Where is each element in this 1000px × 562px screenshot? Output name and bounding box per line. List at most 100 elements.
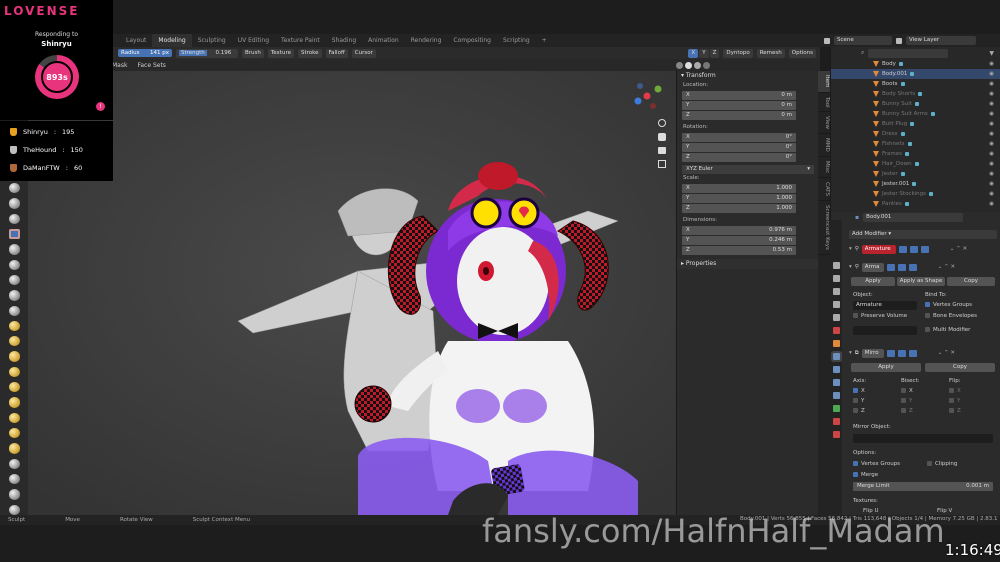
armature-apply-shape-button[interactable]: Apply as Shape ... [897,277,945,286]
blob-brush-icon[interactable] [8,290,20,301]
add-modifier-button[interactable]: Add Modifier ▾ [849,230,997,239]
location-x-field[interactable]: X0 m [682,91,796,100]
outliner-item[interactable]: Boots ◉ [831,79,1000,89]
symmetry-x-toggle[interactable]: X [688,48,699,58]
texture-menu[interactable]: Texture [267,48,294,58]
location-z-field[interactable]: Z0 m [682,111,796,120]
draw-sharp-brush-icon[interactable] [8,198,20,209]
object-name-field[interactable]: Body.001 [863,212,964,222]
cursor-menu[interactable]: Cursor [351,48,376,58]
elastic-deform-brush-icon[interactable] [8,428,20,439]
outliner-search-input[interactable] [868,48,949,58]
tab-texture-paint[interactable]: Texture Paint [275,34,326,47]
flip-axis-x[interactable]: X [949,388,961,394]
bone-envelopes-checkbox[interactable]: Bone Envelopes [925,313,977,319]
sidebar-tab-item[interactable]: Item [818,71,830,93]
visibility-eye-icon[interactable]: ◉ [989,79,994,89]
armature-copy-button[interactable]: Copy [947,277,995,286]
bisect-axis-y[interactable]: Y [901,398,912,404]
bisect-axis-x[interactable]: X [901,388,913,394]
clay-brush-icon[interactable] [8,213,20,224]
mirror-apply-button[interactable]: Apply [851,363,921,372]
outliner-item[interactable]: Bunny Suit Arms ◉ [831,109,1000,119]
face-sets-menu[interactable]: Face Sets [137,62,165,69]
vertex-groups-checkbox[interactable]: Vertex Groups [925,302,972,308]
mirror-clipping-checkbox[interactable]: Clipping [927,461,957,467]
visibility-eye-icon[interactable]: ◉ [989,199,994,209]
mirror-copy-button[interactable]: Copy [925,363,995,372]
mirror-axis-x[interactable]: X [853,388,865,394]
inflate-brush-icon[interactable] [8,274,20,286]
tab-animation[interactable]: Animation [362,34,405,47]
object-tab-icon[interactable] [832,340,840,347]
outliner-item[interactable]: Jester ◉ [831,169,1000,179]
visibility-eye-icon[interactable]: ◉ [989,109,994,119]
bisect-axis-z[interactable]: Z [901,408,913,414]
scale-y-field[interactable]: Y 1.000 [682,194,796,203]
radius-field[interactable]: Radius 141 px [118,49,172,57]
visibility-eye-icon[interactable]: ◉ [989,149,994,159]
tab-modeling[interactable]: Modeling [152,34,192,47]
tool-tab-icon[interactable] [832,262,840,269]
view-layer-selector[interactable]: View Layer [906,36,976,45]
filter-icon[interactable]: ▼ [989,50,994,57]
multiplane-scrape-brush-icon[interactable] [8,382,20,393]
clay-strips-brush-icon[interactable] [8,228,20,240]
clay-thumb-brush-icon[interactable] [8,244,20,255]
tab-layout[interactable]: Layout [120,34,152,47]
outliner-item[interactable]: Butt Plug ◉ [831,119,1000,129]
mirror-axis-y[interactable]: Y [853,398,864,404]
visibility-eye-icon[interactable]: ◉ [989,129,994,139]
armature-modifier-short[interactable]: Arma [861,262,884,272]
visibility-eye-icon[interactable]: ◉ [989,89,994,99]
texture-tab-icon[interactable] [832,431,840,438]
visibility-eye-icon[interactable]: ◉ [989,139,994,149]
brush-menu[interactable]: Brush [241,48,264,58]
outliner-item[interactable]: Jester Stockings ◉ [831,189,1000,199]
data-tab-icon[interactable] [832,405,840,412]
transform-header[interactable]: ▾ Transform [677,71,818,81]
scene-tab-icon[interactable] [832,314,840,321]
snake-hook-brush-icon[interactable] [8,443,20,454]
rotation-y-field[interactable]: Y 0° [682,143,796,152]
visibility-eye-icon[interactable]: ◉ [989,189,994,199]
sidebar-tab-screencast-keys[interactable]: Screencast Keys [818,201,830,256]
rotate-brush-icon[interactable] [8,504,20,515]
options-menu[interactable]: Options [788,48,816,58]
dimensions-y-field[interactable]: Y 0.246 m [682,236,796,245]
visibility-eye-icon[interactable]: ◉ [989,119,994,129]
sidebar-tab-misc[interactable]: Misc [818,157,830,179]
shading-icons[interactable] [676,61,710,69]
particles-tab-icon[interactable] [832,366,840,373]
outliner-item[interactable]: Jester.001 ◉ [831,179,1000,189]
output-tab-icon[interactable] [832,288,840,295]
tab-uv-editing[interactable]: UV Editing [232,34,275,47]
pinch-brush-icon[interactable] [8,397,20,408]
zoom-icon[interactable] [658,119,666,127]
sidebar-tab-cats[interactable]: CATS [818,178,830,202]
location-y-field[interactable]: Y0 m [682,101,796,110]
draw-brush-icon[interactable] [8,183,20,194]
scale-z-field[interactable]: Z 1.000 [682,204,796,213]
armature-object-field[interactable]: Armature [853,301,917,310]
mirror-object-field[interactable] [853,434,993,443]
armature-modifier-name[interactable]: Armature [861,244,896,254]
nudge-brush-icon[interactable] [8,489,20,500]
dyntopo-menu[interactable]: Dyntopo [723,48,753,58]
sidebar-tab-view[interactable]: View [818,112,830,135]
camera-icon[interactable] [658,147,666,154]
vertex-group-field[interactable] [853,326,917,335]
rotation-z-field[interactable]: Z 0° [682,153,796,162]
smooth-brush-icon[interactable] [8,320,20,332]
multi-modifier-checkbox[interactable]: Multi Modifier [925,327,970,333]
scrape-brush-icon[interactable] [8,366,20,378]
scale-x-field[interactable]: X 1.000 [682,184,796,193]
flip-axis-z[interactable]: Z [949,408,961,414]
pan-hand-icon[interactable] [658,133,666,141]
strength-field[interactable]: Strength 0.196 [175,48,238,58]
armature-apply-button[interactable]: Apply [851,277,895,286]
pose-brush-icon[interactable] [8,473,20,485]
merge-limit-field[interactable]: Merge Limit 0.001 m [853,482,993,491]
preserve-volume-checkbox[interactable]: Preserve Volume [853,313,907,319]
material-tab-icon[interactable] [832,418,840,425]
